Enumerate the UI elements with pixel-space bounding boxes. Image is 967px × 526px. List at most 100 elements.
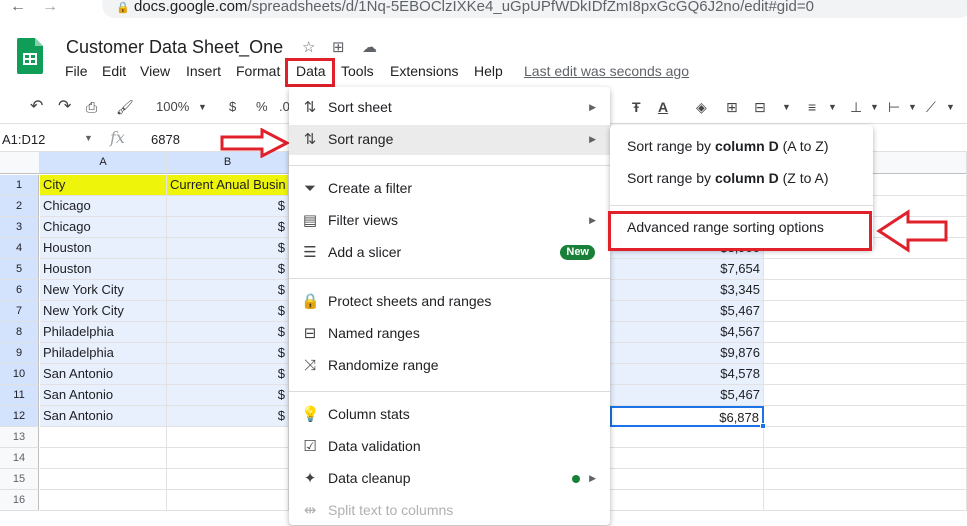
merge-cells-icon[interactable]: ⊟ bbox=[754, 99, 766, 116]
zoom-select[interactable]: 100% bbox=[156, 99, 189, 114]
percent-format-button[interactable]: % bbox=[256, 99, 268, 114]
cell-b[interactable]: $ bbox=[167, 196, 289, 217]
row-header[interactable]: 12 bbox=[0, 406, 39, 427]
menu-item-sort-z-to-a[interactable]: Sort range by column D (Z to A) bbox=[610, 164, 873, 194]
select-all-corner[interactable] bbox=[0, 152, 40, 174]
row-header[interactable]: 14 bbox=[0, 448, 39, 469]
column-header-a[interactable]: A bbox=[40, 152, 167, 174]
row-header[interactable]: 2 bbox=[0, 196, 39, 217]
undo-icon[interactable]: ↶ bbox=[30, 96, 43, 116]
cell-b[interactable]: $ bbox=[167, 343, 289, 364]
cell-a[interactable]: San Antonio bbox=[40, 406, 167, 427]
menu-help[interactable]: Help bbox=[474, 63, 503, 79]
cloud-status-icon[interactable]: ☁ bbox=[362, 38, 377, 56]
cell-a[interactable]: Philadelphia bbox=[40, 343, 167, 364]
cell-d[interactable]: $3,345 bbox=[610, 280, 764, 301]
row-header[interactable]: 5 bbox=[0, 259, 39, 280]
cell-e[interactable] bbox=[764, 364, 967, 385]
last-edit-link[interactable]: Last edit was seconds ago bbox=[524, 63, 689, 79]
row-header[interactable]: 6 bbox=[0, 280, 39, 301]
cell-d[interactable] bbox=[610, 469, 764, 490]
menu-file[interactable]: File bbox=[65, 63, 88, 79]
cell-b[interactable] bbox=[167, 448, 289, 469]
chevron-down-icon[interactable]: ▼ bbox=[908, 102, 917, 112]
cell-a[interactable] bbox=[40, 469, 167, 490]
row-header[interactable]: 11 bbox=[0, 385, 39, 406]
cell-e[interactable] bbox=[764, 343, 967, 364]
cell-a[interactable] bbox=[40, 490, 167, 511]
chevron-down-icon[interactable]: ▼ bbox=[946, 102, 955, 112]
menu-item-randomize-range[interactable]: ⤨ Randomize range bbox=[289, 351, 610, 381]
menu-item-data-validation[interactable]: ☑ Data validation bbox=[289, 432, 610, 462]
cell-b[interactable]: $ bbox=[167, 217, 289, 238]
chevron-down-icon[interactable]: ▼ bbox=[198, 102, 207, 112]
cell-d[interactable]: $7,654 bbox=[610, 259, 764, 280]
redo-icon[interactable]: ↷ bbox=[58, 96, 71, 116]
star-icon[interactable]: ☆ bbox=[302, 38, 315, 56]
chevron-down-icon[interactable]: ▼ bbox=[84, 133, 93, 143]
menu-item-protect-sheets[interactable]: 🔒 Protect sheets and ranges bbox=[289, 287, 610, 317]
text-color-icon[interactable]: A bbox=[658, 99, 668, 115]
cell-e[interactable] bbox=[764, 385, 967, 406]
paint-format-icon[interactable]: 🖌 bbox=[116, 99, 134, 116]
cell-b[interactable]: $ bbox=[167, 280, 289, 301]
cell-d[interactable]: $9,876 bbox=[610, 343, 764, 364]
chevron-down-icon[interactable]: ▼ bbox=[828, 102, 837, 112]
cell-a[interactable]: Chicago bbox=[40, 217, 167, 238]
menu-item-sort-sheet[interactable]: ⇅ Sort sheet ▶ bbox=[289, 93, 610, 123]
cell-b[interactable]: $ bbox=[167, 301, 289, 322]
text-wrap-icon[interactable]: ⊢ bbox=[888, 99, 900, 116]
cell-b[interactable]: $ bbox=[167, 238, 289, 259]
cell-d[interactable]: $6,878 bbox=[610, 406, 764, 427]
row-header[interactable]: 8 bbox=[0, 322, 39, 343]
cell-b[interactable]: $ bbox=[167, 259, 289, 280]
row-header[interactable]: 4 bbox=[0, 238, 39, 259]
vertical-align-icon[interactable]: ⊥ bbox=[850, 99, 862, 116]
cell-a[interactable]: New York City bbox=[40, 301, 167, 322]
cell-e[interactable] bbox=[764, 280, 967, 301]
borders-icon[interactable]: ⊞ bbox=[726, 99, 738, 116]
cell-a[interactable]: San Antonio bbox=[40, 385, 167, 406]
cell-a[interactable]: San Antonio bbox=[40, 364, 167, 385]
menu-item-add-slicer[interactable]: ☰ Add a slicer New bbox=[289, 238, 610, 268]
menu-view[interactable]: View bbox=[140, 63, 170, 79]
cell-b[interactable] bbox=[167, 427, 289, 448]
move-folder-icon[interactable]: ⊞ bbox=[332, 38, 345, 56]
menu-extensions[interactable]: Extensions bbox=[390, 63, 458, 79]
cell-b[interactable]: $ bbox=[167, 364, 289, 385]
currency-format-button[interactable]: $ bbox=[229, 99, 236, 114]
cell-d[interactable]: $5,467 bbox=[610, 385, 764, 406]
sheets-logo-icon[interactable] bbox=[17, 38, 43, 74]
cell-e[interactable] bbox=[764, 490, 967, 511]
cell-e[interactable] bbox=[764, 301, 967, 322]
cell-a[interactable]: City bbox=[40, 175, 167, 196]
menu-item-filter-views[interactable]: ▤ Filter views ▶ bbox=[289, 206, 610, 236]
cell-b[interactable]: Current Anual Busin bbox=[167, 175, 289, 196]
menu-item-sort-range[interactable]: ⇅ Sort range ▶ bbox=[289, 125, 610, 155]
fill-handle[interactable] bbox=[760, 423, 766, 429]
cell-e[interactable] bbox=[764, 322, 967, 343]
cell-a[interactable] bbox=[40, 448, 167, 469]
row-header[interactable]: 9 bbox=[0, 343, 39, 364]
cell-d[interactable] bbox=[610, 427, 764, 448]
cell-a[interactable]: Chicago bbox=[40, 196, 167, 217]
cell-e[interactable] bbox=[764, 427, 967, 448]
name-box[interactable]: A1:D12 bbox=[2, 132, 45, 147]
print-icon[interactable]: ⎙ bbox=[86, 99, 97, 116]
chevron-down-icon[interactable]: ▼ bbox=[782, 102, 791, 112]
cell-a[interactable]: New York City bbox=[40, 280, 167, 301]
menu-item-data-cleanup[interactable]: ✦ Data cleanup ▶ bbox=[289, 464, 610, 494]
cell-b[interactable]: $ bbox=[167, 322, 289, 343]
cell-e[interactable] bbox=[764, 469, 967, 490]
cell-d[interactable] bbox=[610, 448, 764, 469]
url-text[interactable]: docs.google.com/spreadsheets/d/1Nq-5EBOC… bbox=[134, 0, 814, 15]
cell-a[interactable]: Houston bbox=[40, 238, 167, 259]
document-title[interactable]: Customer Data Sheet_One bbox=[66, 37, 283, 58]
cell-d[interactable]: $4,578 bbox=[610, 364, 764, 385]
cell-d[interactable]: $5,467 bbox=[610, 301, 764, 322]
cell-a[interactable]: Philadelphia bbox=[40, 322, 167, 343]
back-arrow-icon[interactable]: ← bbox=[10, 0, 26, 16]
lock-icon[interactable]: 🔒 bbox=[116, 1, 130, 14]
row-header[interactable]: 16 bbox=[0, 490, 39, 511]
menu-edit[interactable]: Edit bbox=[102, 63, 126, 79]
